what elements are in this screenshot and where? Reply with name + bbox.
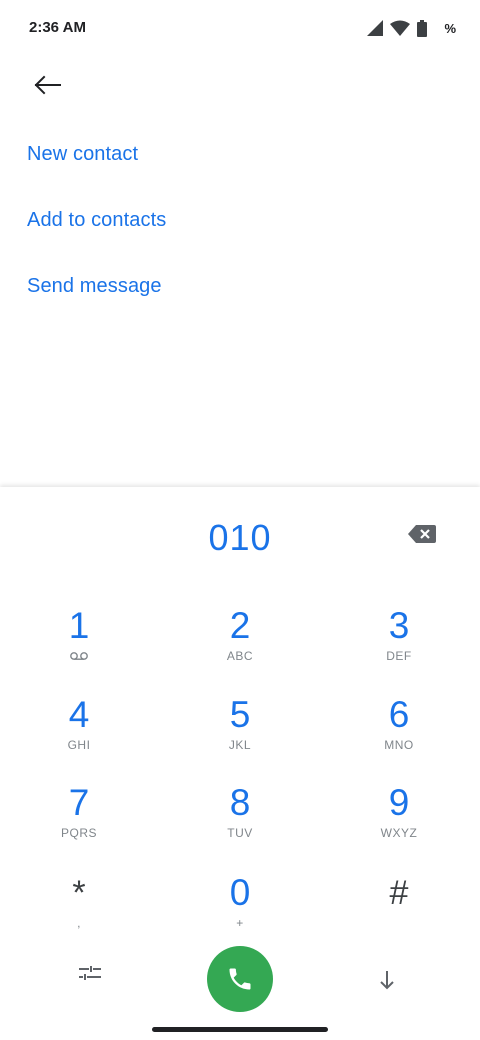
dialpad: 010 1 2 ABC 3 DEF 4 GHI 5 JKL 6 MNO 7 PQ…: [0, 487, 480, 1040]
key-8-letters: TUV: [227, 826, 253, 840]
key-7[interactable]: 7 PQRS: [19, 782, 139, 858]
collapse-dialpad-button[interactable]: [372, 965, 402, 995]
key-1[interactable]: 1: [19, 605, 139, 681]
key-star[interactable]: * ,: [19, 872, 139, 948]
send-message-action[interactable]: Send message: [27, 275, 162, 298]
key-9[interactable]: 9 WXYZ: [339, 782, 459, 858]
voicemail-icon: [70, 652, 88, 660]
key-7-digit: 7: [68, 782, 90, 823]
arrow-down-icon: [380, 971, 394, 990]
key-5-digit: 5: [229, 694, 251, 735]
key-5-letters: JKL: [228, 738, 252, 752]
key-0-digit: 0: [229, 872, 251, 913]
key-3-letters: DEF: [386, 649, 412, 663]
key-4-digit: 4: [68, 694, 90, 735]
status-bar: 2:36 AM %: [0, 0, 480, 56]
key-star-symbol: *: [72, 874, 86, 912]
key-hash[interactable]: #: [339, 872, 459, 948]
status-icons: %: [367, 19, 456, 37]
key-6-digit: 6: [388, 694, 410, 735]
key-6-letters: MNO: [384, 738, 414, 752]
key-6[interactable]: 6 MNO: [339, 694, 459, 770]
cell-signal-icon: [367, 20, 384, 36]
key-5[interactable]: 5 JKL: [180, 694, 300, 770]
key-hash-symbol: #: [389, 874, 409, 912]
key-0[interactable]: 0 +: [180, 872, 300, 948]
key-7-letters: PQRS: [60, 826, 97, 840]
key-star-sub: ,: [77, 916, 81, 930]
backspace-icon: [408, 525, 436, 543]
gesture-nav-handle[interactable]: [152, 1027, 328, 1032]
add-to-contacts-action[interactable]: Add to contacts: [27, 209, 166, 232]
phone-icon: [229, 968, 251, 990]
battery-icon: [417, 19, 428, 37]
status-time: 2:36 AM: [29, 19, 86, 36]
settings-sliders-icon: [79, 966, 101, 980]
key-1-digit: 1: [68, 605, 90, 646]
key-2-digit: 2: [229, 605, 251, 646]
key-8[interactable]: 8 TUV: [180, 782, 300, 858]
key-3[interactable]: 3 DEF: [339, 605, 459, 681]
arrow-left-icon: [34, 75, 61, 95]
key-4[interactable]: 4 GHI: [19, 694, 139, 770]
key-4-letters: GHI: [67, 738, 91, 752]
key-0-sub: +: [236, 916, 244, 930]
call-button[interactable]: [207, 946, 273, 1012]
backspace-button[interactable]: [408, 525, 444, 549]
key-2[interactable]: 2 ABC: [180, 605, 300, 681]
key-2-letters: ABC: [226, 649, 254, 663]
back-button[interactable]: [27, 67, 67, 103]
dialpad-settings-button[interactable]: [78, 965, 108, 995]
wifi-icon: [390, 20, 411, 36]
key-3-digit: 3: [388, 605, 410, 646]
key-9-digit: 9: [388, 782, 410, 823]
key-9-letters: WXYZ: [380, 826, 418, 840]
dialer-screen: 2:36 AM % New contact Add to contacts Se…: [0, 0, 480, 1040]
new-contact-action[interactable]: New contact: [27, 143, 138, 166]
battery-percent: %: [444, 20, 456, 36]
key-8-digit: 8: [229, 782, 251, 823]
